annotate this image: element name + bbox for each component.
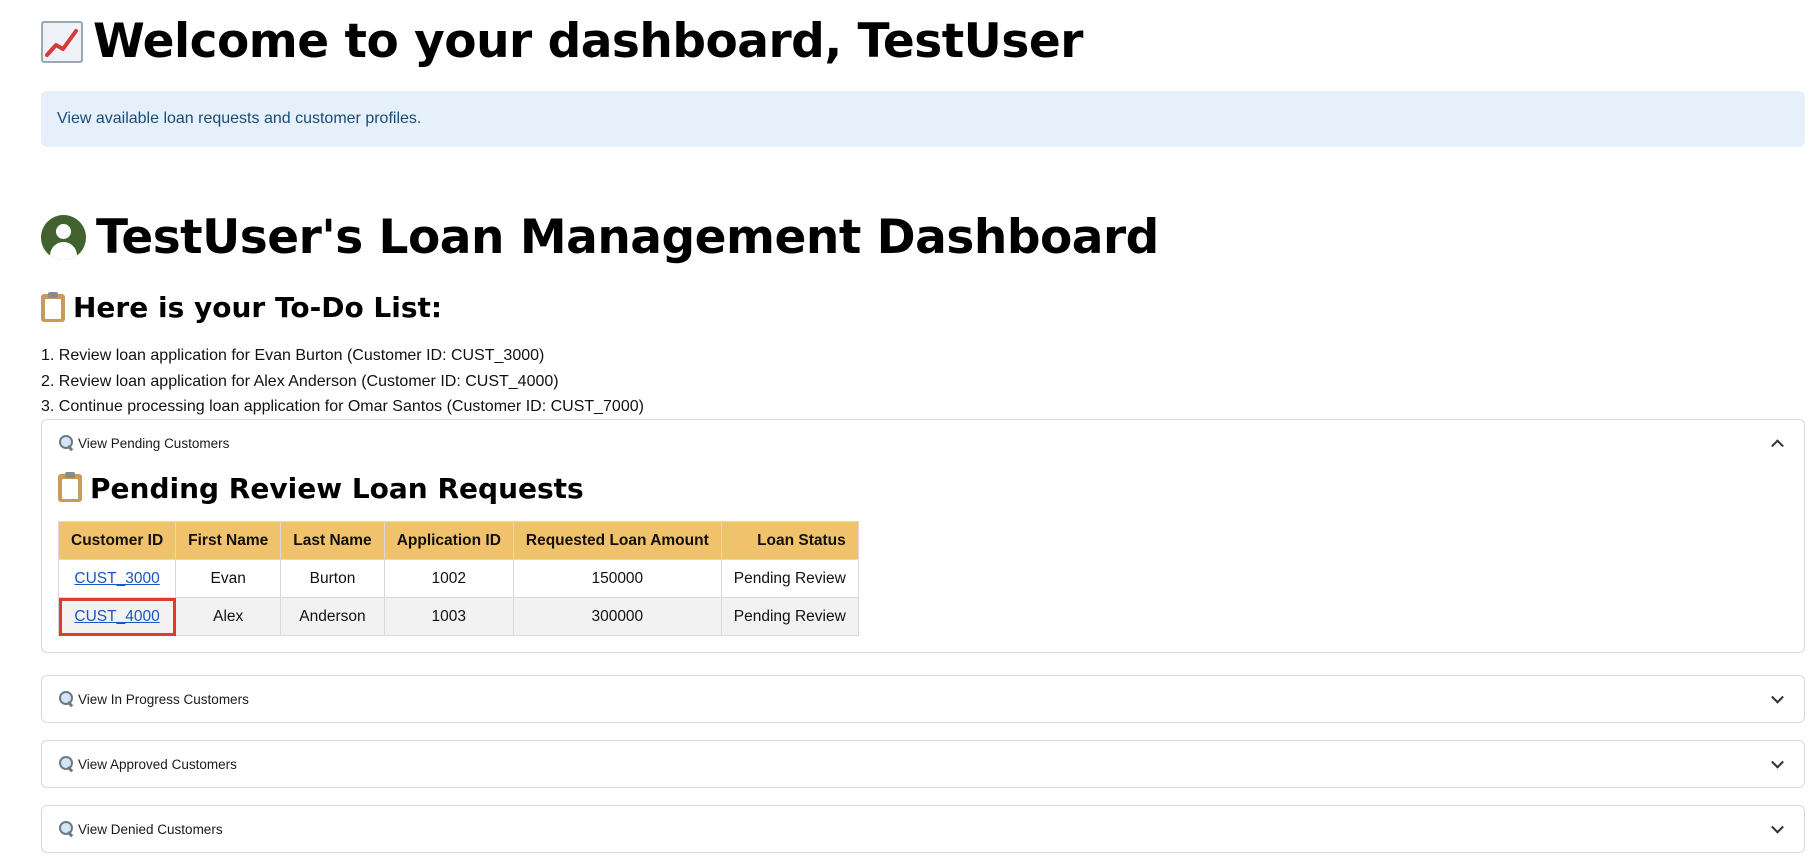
pending-loans-table: Customer ID First Name Last Name Applica… (57, 521, 859, 636)
table-cell: 150000 (512, 559, 722, 598)
expander-header-approved[interactable]: View Approved Customers (42, 741, 1804, 787)
magnifying-glass-icon (58, 434, 76, 452)
expander-in-progress-customers: View In Progress Customers (41, 675, 1805, 723)
expander-label: View Denied Customers (78, 821, 223, 837)
todo-list: 1. Review loan application for Evan Burt… (41, 343, 644, 420)
table-cell: Evan (175, 559, 282, 598)
column-header: Requested Loan Amount (512, 521, 722, 560)
todo-title: Here is your To-Do List: (41, 291, 442, 324)
table-cell: Pending Review (720, 597, 859, 636)
user-avatar-icon (41, 215, 86, 260)
table-cell: Anderson (280, 597, 385, 636)
customer-link[interactable]: CUST_3000 (74, 570, 159, 587)
dashboard-page: Welcome to your dashboard, TestUser View… (0, 0, 1819, 859)
todo-item: 2. Review loan application for Alex Ande… (41, 372, 559, 390)
table-cell: 300000 (512, 597, 722, 636)
pending-section-title-text: Pending Review Loan Requests (90, 471, 584, 505)
magnifying-glass-icon (58, 755, 76, 773)
table-cell: 1003 (383, 597, 514, 636)
expander-denied-customers: View Denied Customers (41, 805, 1805, 853)
pending-section-title: Pending Review Loan Requests (58, 468, 1804, 508)
column-header: Customer ID (57, 521, 177, 560)
expander-header-denied[interactable]: View Denied Customers (42, 806, 1804, 852)
table-cell: Pending Review (720, 559, 859, 598)
table-header-row: Customer ID First Name Last Name Applica… (57, 521, 859, 560)
column-header: Last Name (280, 521, 385, 560)
column-header: Loan Status (720, 521, 859, 560)
welcome-title: Welcome to your dashboard, TestUser (41, 14, 1083, 69)
clipboard-icon (41, 291, 65, 322)
customer-link[interactable]: CUST_4000 (74, 608, 159, 625)
chevron-up-icon[interactable] (1771, 439, 1784, 453)
chevron-down-icon[interactable] (1771, 690, 1784, 704)
welcome-title-text: Welcome to your dashboard, TestUser (93, 14, 1083, 69)
customer-id-cell: CUST_3000 (57, 559, 177, 598)
expander-label: View Approved Customers (78, 756, 237, 772)
column-header: First Name (175, 521, 282, 560)
expander-header-in-progress[interactable]: View In Progress Customers (42, 676, 1804, 722)
table-cell: 1002 (383, 559, 514, 598)
magnifying-glass-icon (58, 820, 76, 838)
chevron-down-icon[interactable] (1771, 755, 1784, 769)
todo-title-text: Here is your To-Do List: (73, 291, 443, 324)
magnifying-glass-icon (58, 690, 76, 708)
dashboard-title: TestUser's Loan Management Dashboard (41, 210, 1159, 265)
column-header: Application ID (383, 521, 514, 560)
expander-approved-customers: View Approved Customers (41, 740, 1805, 788)
todo-item: 3. Continue processing loan application … (41, 398, 644, 415)
todo-item: 1. Review loan application for Evan Burt… (41, 347, 545, 364)
expander-label: View In Progress Customers (78, 691, 249, 707)
dashboard-title-text: TestUser's Loan Management Dashboard (96, 210, 1159, 265)
customer-id-cell: CUST_4000 (57, 597, 177, 636)
chart-increasing-icon (41, 20, 83, 63)
info-alert: View available loan requests and custome… (41, 91, 1805, 147)
info-alert-text: View available loan requests and custome… (57, 110, 422, 127)
clipboard-icon (58, 472, 82, 502)
table-cell: Burton (280, 559, 385, 598)
table-row: CUST_4000 Alex Anderson 1003 300000 Pend… (57, 597, 859, 636)
table-cell: Alex (175, 597, 282, 636)
chevron-down-icon[interactable] (1771, 820, 1784, 834)
table-row: CUST_3000 Evan Burton 1002 150000 Pendin… (57, 559, 859, 598)
expander-label: View Pending Customers (78, 435, 230, 451)
expander-pending-customers: View Pending Customers Pending Review Lo… (41, 419, 1805, 653)
expander-header-pending[interactable]: View Pending Customers (42, 420, 1804, 466)
